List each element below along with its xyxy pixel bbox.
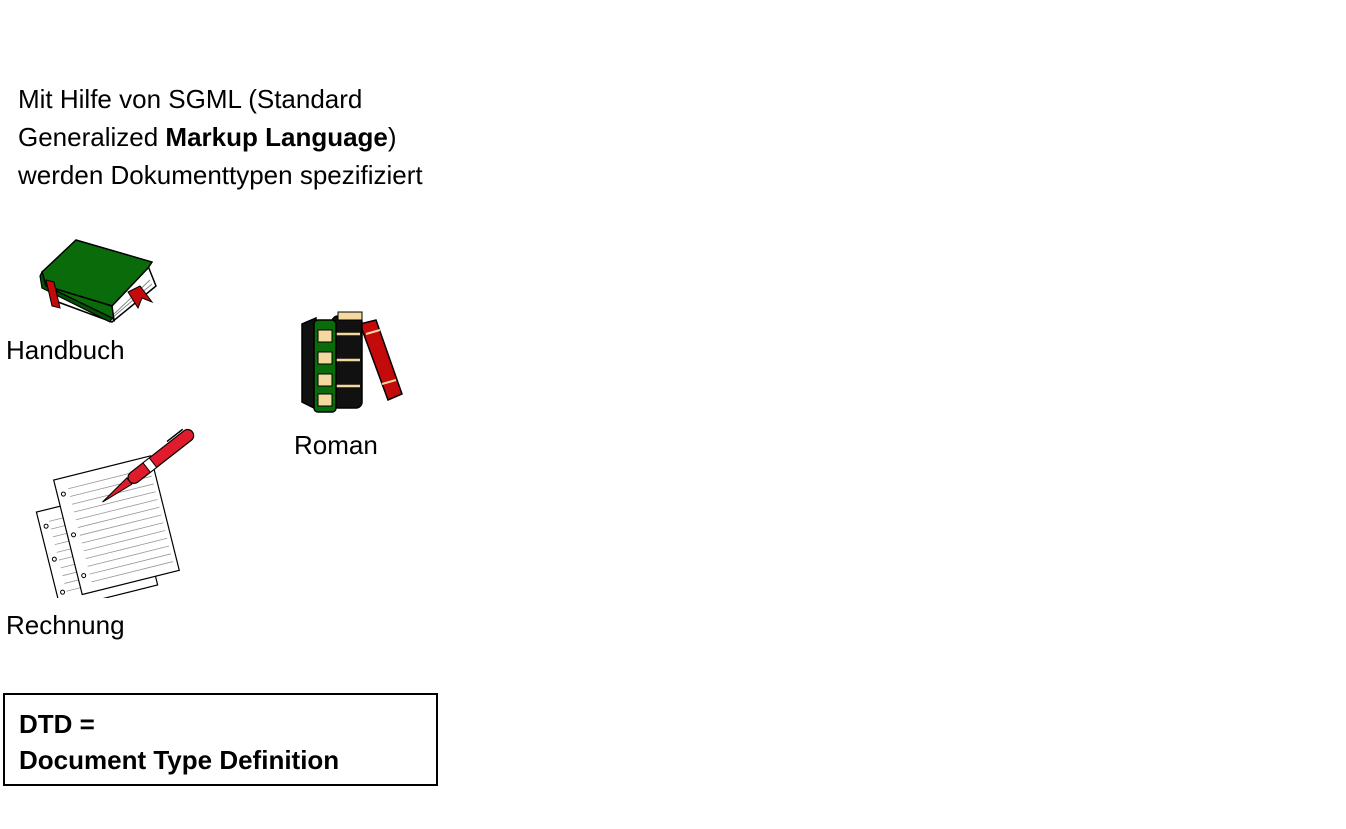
green-book-icon xyxy=(39,239,157,323)
markup-language-term: Markup Language xyxy=(165,122,388,152)
book-stack-icon xyxy=(301,311,403,413)
intro-line-2: Generalized Markup Language) xyxy=(18,118,538,156)
intro-text: Mit Hilfe von SGML (Standard Generalized… xyxy=(18,80,538,194)
intro-line-1: Mit Hilfe von SGML (Standard xyxy=(18,84,363,114)
label-handbuch: Handbuch xyxy=(6,335,125,365)
intro-line-2-prefix: Generalized xyxy=(18,122,166,152)
label-roman: Roman xyxy=(294,430,378,460)
dtd-line-1: DTD = xyxy=(19,709,95,739)
intro-line-3: werden Dokumenttypen spezifiziert xyxy=(18,160,423,190)
papers-pen-icon xyxy=(35,428,195,598)
intro-line-2-suffix: ) xyxy=(387,122,397,152)
dtd-line-2: Document Type Definition xyxy=(19,745,340,775)
dtd-definition-box: DTD = Document Type Definition xyxy=(3,693,438,786)
label-rechnung: Rechnung xyxy=(6,610,125,640)
